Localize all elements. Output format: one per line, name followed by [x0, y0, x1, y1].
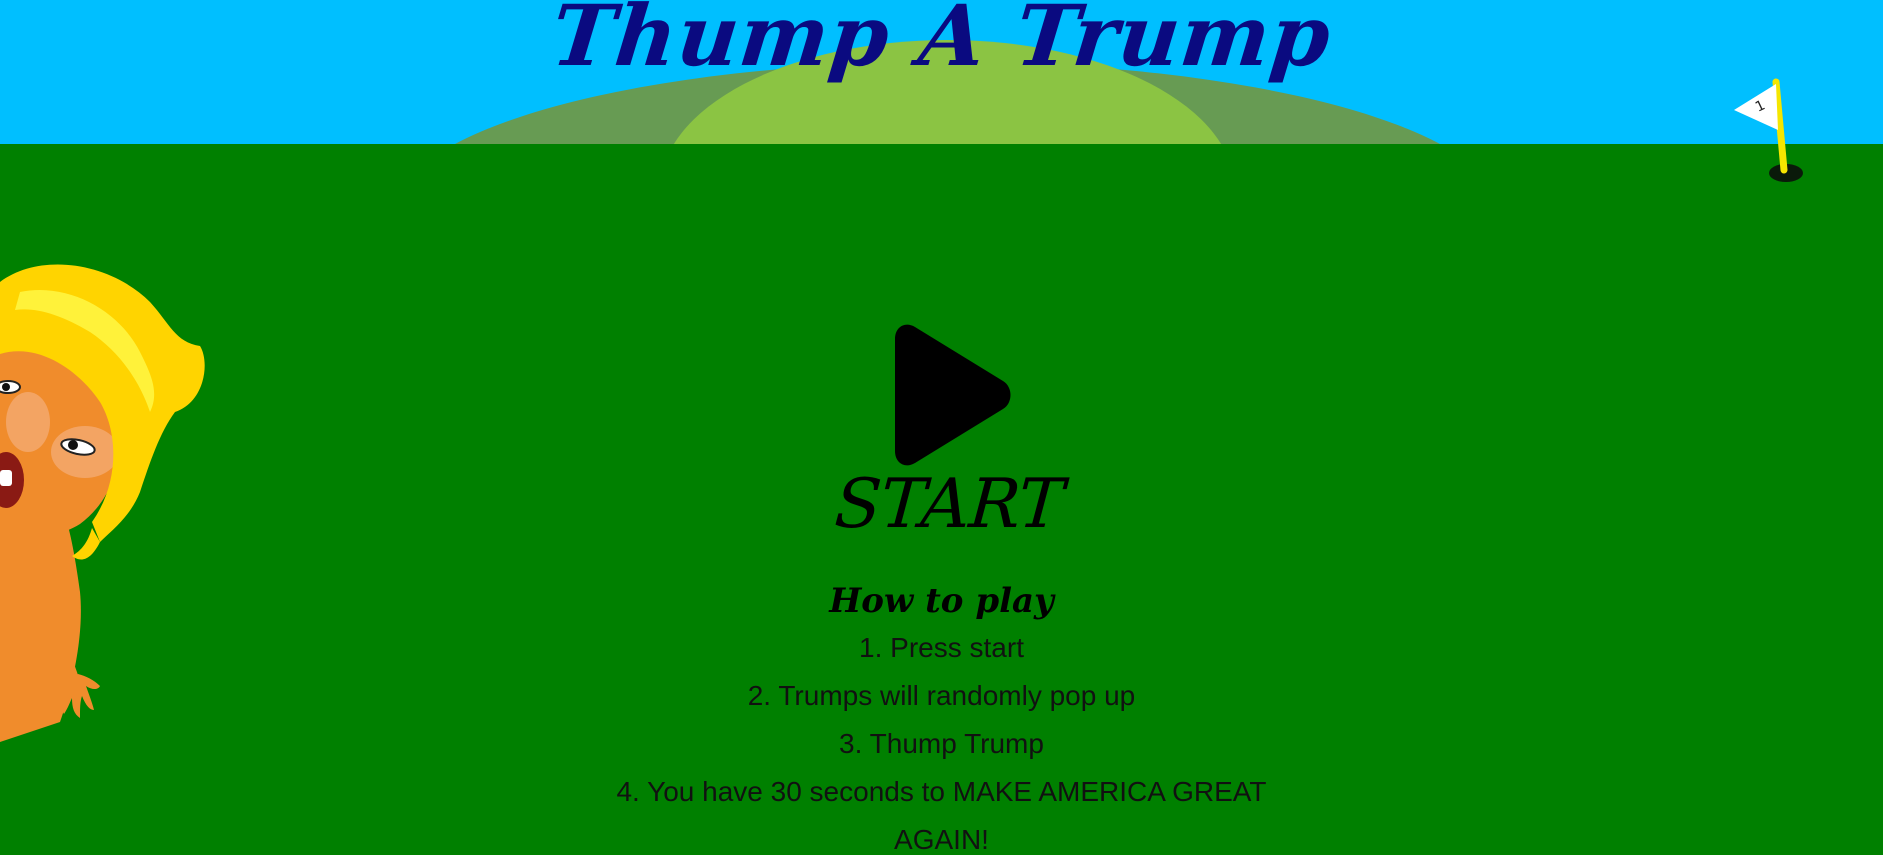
start-label: START: [832, 465, 1066, 544]
how-to-play-steps: 1. Press start 2. Trumps will randomly p…: [602, 624, 1282, 855]
how-to-play-step: 1. Press start: [859, 632, 1024, 663]
character-pupil-right: [68, 440, 78, 450]
sky-background: Thump A Trump: [0, 0, 1883, 144]
play-icon: [895, 324, 1011, 466]
how-to-play-step: 2. Trumps will randomly pop up: [747, 680, 1136, 711]
play-triangle: [895, 324, 1011, 466]
character-hair-strand: [72, 528, 100, 560]
start-button[interactable]: START: [832, 315, 1066, 550]
game-stage: Thump A Trump 1 START How to play 1. Pre…: [0, 0, 1883, 855]
golf-flag-icon: 1: [1734, 78, 1803, 182]
how-to-play-title: How to play: [829, 581, 1054, 621]
character-pupil-left: [2, 383, 10, 391]
how-to-play-step: 4. You have 30 seconds to MAKE AMERICA G…: [616, 776, 1267, 855]
game-title: Thump A Trump: [547, 0, 1336, 85]
character-teeth: [0, 470, 12, 486]
how-to-play-panel: How to play 1. Press start 2. Trumps wil…: [0, 580, 1883, 855]
how-to-play-step: 3. Thump Trump: [839, 728, 1044, 759]
character-nose: [6, 392, 50, 452]
